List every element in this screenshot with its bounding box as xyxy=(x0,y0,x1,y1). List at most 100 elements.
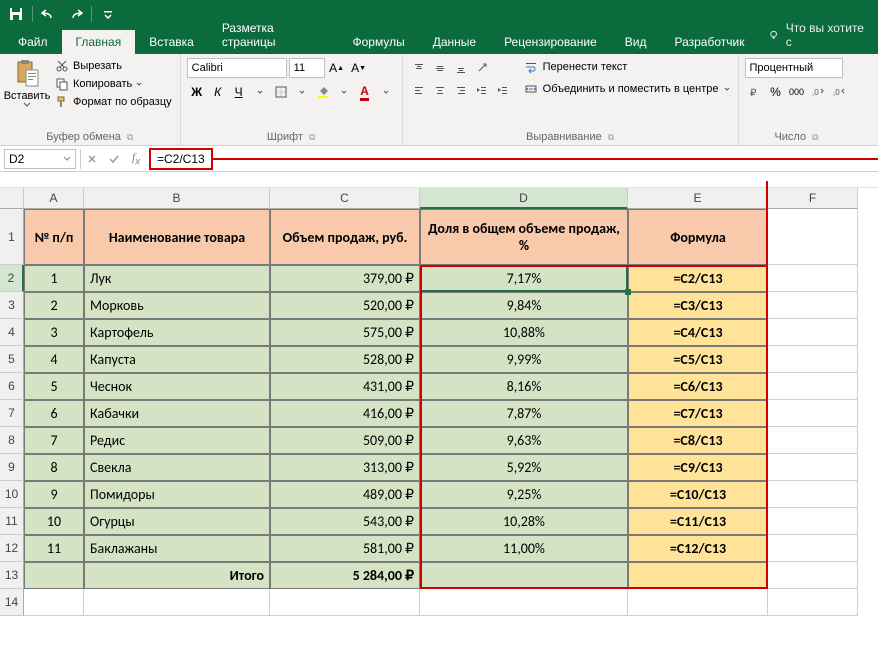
align-center-button[interactable] xyxy=(430,80,450,100)
cell-E6[interactable]: =C6/C13 xyxy=(628,373,768,400)
select-all-corner[interactable] xyxy=(0,188,24,209)
cell-E9[interactable]: =C9/C13 xyxy=(628,454,768,481)
cell-B10[interactable]: Помидоры xyxy=(84,481,270,508)
insert-function-button[interactable]: fx xyxy=(125,148,147,170)
undo-button[interactable] xyxy=(37,3,61,25)
cell-E11[interactable]: =C11/C13 xyxy=(628,508,768,535)
cell-A5[interactable]: 4 xyxy=(24,346,84,373)
increase-decimal-button[interactable]: ,0 xyxy=(808,82,828,102)
tab-data[interactable]: Данные xyxy=(419,30,490,54)
cell-A8[interactable]: 7 xyxy=(24,427,84,454)
align-top-button[interactable] xyxy=(409,58,429,78)
wrap-text-button[interactable]: Перенести текст xyxy=(522,58,732,76)
formula-input[interactable]: =C2/C13 xyxy=(149,148,213,170)
font-color-more[interactable] xyxy=(376,82,396,102)
cell-F2[interactable] xyxy=(768,265,858,292)
row-header-10[interactable]: 10 xyxy=(0,481,24,508)
cell-A13[interactable] xyxy=(24,562,84,589)
align-bottom-button[interactable] xyxy=(451,58,471,78)
cell-C10[interactable]: 489,00 ₽ xyxy=(270,481,420,508)
tab-insert[interactable]: Вставка xyxy=(135,30,208,54)
cell-F1[interactable] xyxy=(768,209,858,265)
cell-E5[interactable]: =C5/C13 xyxy=(628,346,768,373)
cell-B8[interactable]: Редис xyxy=(84,427,270,454)
cell-D11[interactable]: 10,28% xyxy=(420,508,628,535)
tab-review[interactable]: Рецензирование xyxy=(490,30,611,54)
cell-D4[interactable]: 10,88% xyxy=(420,319,628,346)
cell-D13[interactable] xyxy=(420,562,628,589)
decrease-indent-button[interactable] xyxy=(472,80,492,100)
cell-C1[interactable]: Объем продаж, руб. xyxy=(270,209,420,265)
comma-format-button[interactable]: 000 xyxy=(787,82,807,102)
number-format-combo[interactable]: Процентный xyxy=(745,58,843,78)
col-header-F[interactable]: F xyxy=(768,188,858,209)
cell-A11[interactable]: 10 xyxy=(24,508,84,535)
cell-E2[interactable]: =C2/C13 xyxy=(628,265,768,292)
format-painter-button[interactable]: Формат по образцу xyxy=(53,94,174,110)
cell-F9[interactable] xyxy=(768,454,858,481)
cell-B11[interactable]: Огурцы xyxy=(84,508,270,535)
cell-E12[interactable]: =C12/C13 xyxy=(628,535,768,562)
row-header-12[interactable]: 12 xyxy=(0,535,24,562)
tab-page-layout[interactable]: Разметка страницы xyxy=(208,16,339,54)
redo-button[interactable] xyxy=(63,3,87,25)
dialog-launcher-icon[interactable]: ⧉ xyxy=(127,132,133,143)
cell-D1[interactable]: Доля в общем объеме продаж, % xyxy=(420,209,628,265)
cell-F12[interactable] xyxy=(768,535,858,562)
border-button[interactable] xyxy=(271,82,291,102)
cell-A2[interactable]: 1 xyxy=(24,265,84,292)
row-header-5[interactable]: 5 xyxy=(0,346,24,373)
fill-color-button[interactable] xyxy=(313,82,333,102)
cell-F14[interactable] xyxy=(768,589,858,616)
cell-B12[interactable]: Баклажаны xyxy=(84,535,270,562)
col-header-D[interactable]: D xyxy=(420,188,628,209)
cell-B14[interactable] xyxy=(84,589,270,616)
row-header-1[interactable]: 1 xyxy=(0,209,24,265)
font-size-combo[interactable] xyxy=(289,58,325,78)
cell-C13[interactable]: 5 284,00 ₽ xyxy=(270,562,420,589)
cut-button[interactable]: Вырезать xyxy=(53,58,174,74)
cell-B13[interactable]: Итого xyxy=(84,562,270,589)
row-header-14[interactable]: 14 xyxy=(0,589,24,616)
enter-formula-button[interactable] xyxy=(103,148,125,170)
row-header-6[interactable]: 6 xyxy=(0,373,24,400)
cell-C14[interactable] xyxy=(270,589,420,616)
name-box[interactable]: D2 xyxy=(4,149,76,169)
cell-B4[interactable]: Картофель xyxy=(84,319,270,346)
col-header-B[interactable]: B xyxy=(84,188,270,209)
cell-D5[interactable]: 9,99% xyxy=(420,346,628,373)
cell-C5[interactable]: 528,00 ₽ xyxy=(270,346,420,373)
tell-me-search[interactable]: Что вы хотите с xyxy=(758,16,878,54)
cell-E8[interactable]: =C8/C13 xyxy=(628,427,768,454)
cell-F10[interactable] xyxy=(768,481,858,508)
cell-B5[interactable]: Капуста xyxy=(84,346,270,373)
cell-C8[interactable]: 509,00 ₽ xyxy=(270,427,420,454)
cell-A3[interactable]: 2 xyxy=(24,292,84,319)
cell-D9[interactable]: 5,92% xyxy=(420,454,628,481)
row-header-4[interactable]: 4 xyxy=(0,319,24,346)
cell-B1[interactable]: Наименование товара xyxy=(84,209,270,265)
cell-B9[interactable]: Свекла xyxy=(84,454,270,481)
fill-handle[interactable] xyxy=(625,289,631,295)
underline-more[interactable] xyxy=(250,82,270,102)
cell-D7[interactable]: 7,87% xyxy=(420,400,628,427)
cell-D2[interactable]: 7,17% xyxy=(420,265,628,292)
cell-A14[interactable] xyxy=(24,589,84,616)
dialog-launcher-icon[interactable]: ⧉ xyxy=(309,132,315,143)
cell-D3[interactable]: 9,84% xyxy=(420,292,628,319)
dialog-launcher-icon[interactable]: ⧉ xyxy=(608,132,614,143)
col-header-A[interactable]: A xyxy=(24,188,84,209)
cell-D8[interactable]: 9,63% xyxy=(420,427,628,454)
cell-B6[interactable]: Чеснок xyxy=(84,373,270,400)
cell-A4[interactable]: 3 xyxy=(24,319,84,346)
cell-F4[interactable] xyxy=(768,319,858,346)
cell-D6[interactable]: 8,16% xyxy=(420,373,628,400)
qat-customize[interactable] xyxy=(96,3,120,25)
row-header-9[interactable]: 9 xyxy=(0,454,24,481)
accounting-format-button[interactable]: ₽ xyxy=(745,82,765,102)
dialog-launcher-icon[interactable]: ⧉ xyxy=(812,132,818,143)
row-header-7[interactable]: 7 xyxy=(0,400,24,427)
row-header-3[interactable]: 3 xyxy=(0,292,24,319)
row-header-8[interactable]: 8 xyxy=(0,427,24,454)
cell-F5[interactable] xyxy=(768,346,858,373)
